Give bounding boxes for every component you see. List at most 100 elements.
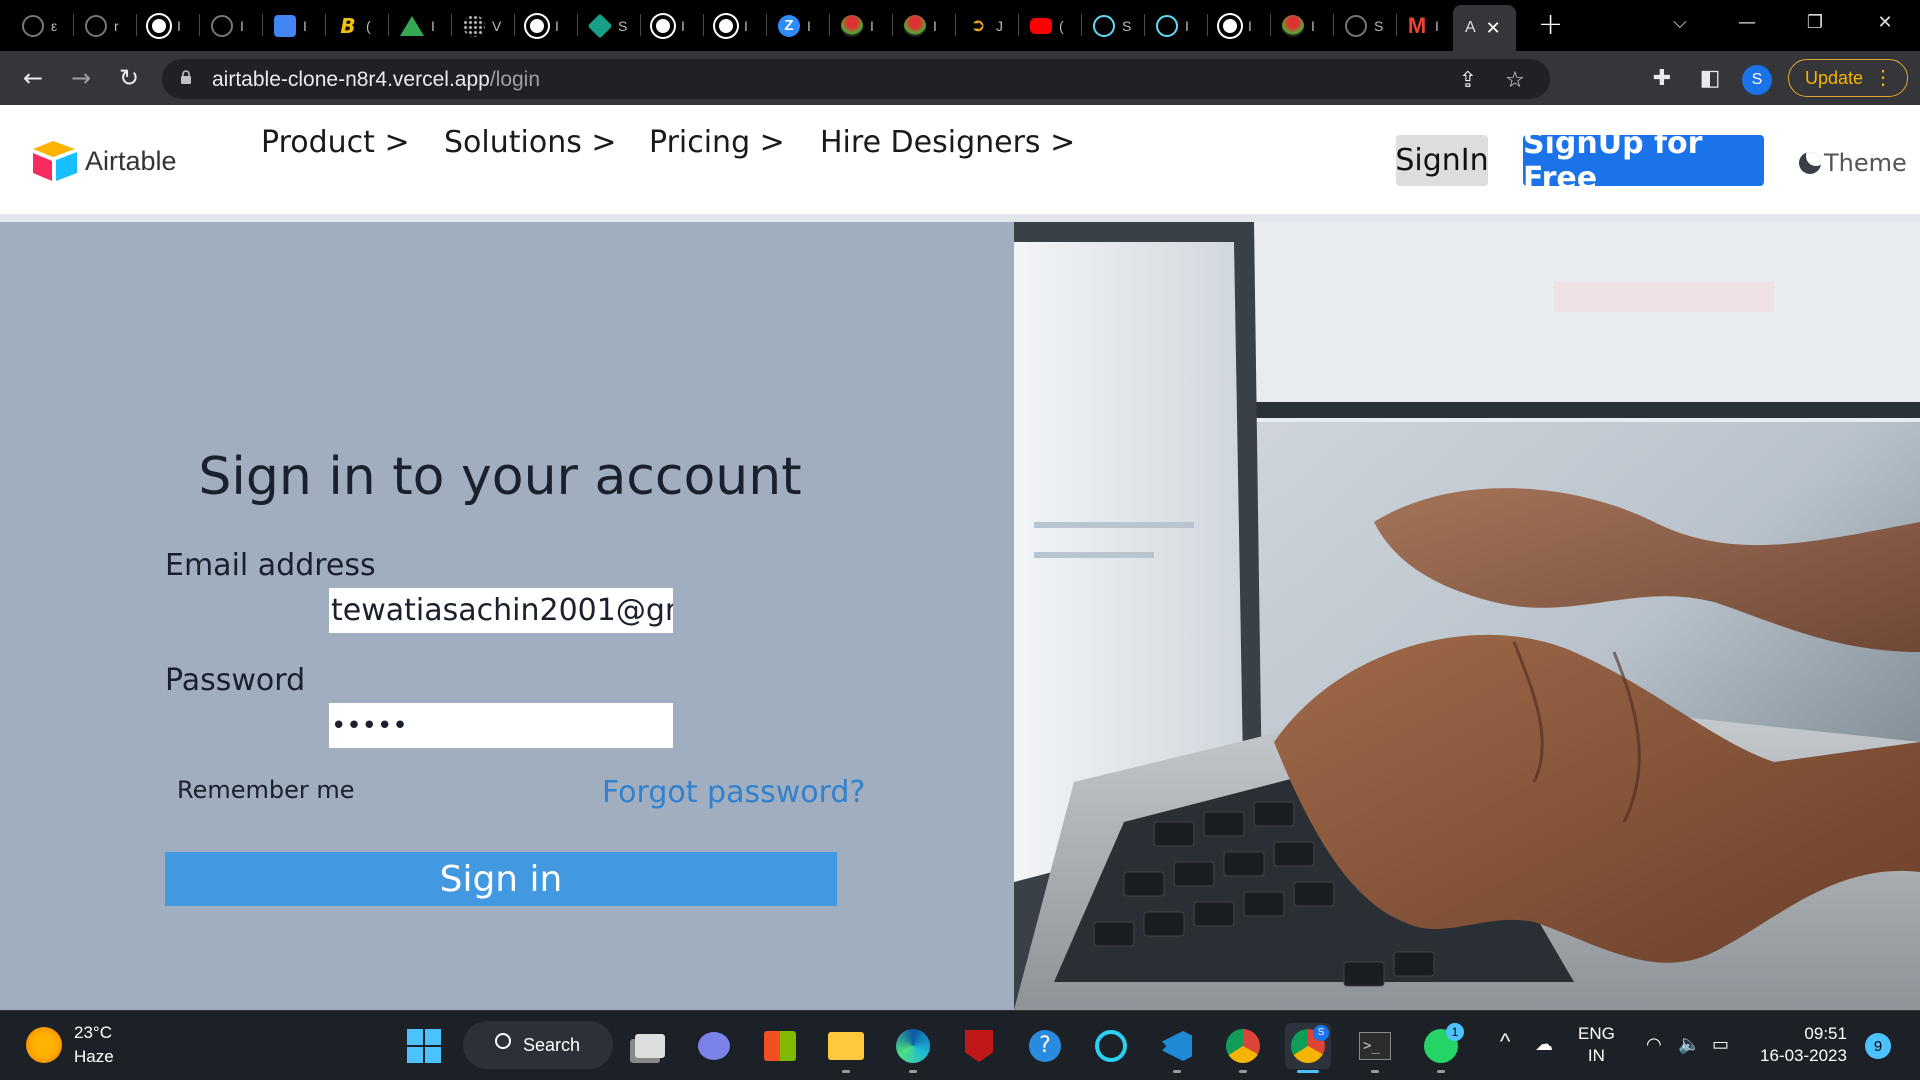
tab-active[interactable]: A ✕ (1453, 5, 1516, 51)
globe-icon (652, 15, 674, 37)
globe-icon (526, 15, 548, 37)
tab-avatar[interactable]: I (841, 10, 874, 42)
tab-globe[interactable]: I (526, 10, 559, 42)
clock-time: 09:51 (1804, 1024, 1847, 1043)
close-window-button[interactable]: ✕ (1850, 0, 1920, 44)
address-bar[interactable]: airtable-clone-n8r4.vercel.app/login ⇪ ☆ (162, 59, 1550, 99)
tab-github[interactable]: I (211, 10, 244, 42)
tab-search-icon[interactable]: ⌵ (1645, 0, 1715, 44)
cortana-app[interactable] (1088, 1023, 1134, 1069)
windows-logo-icon (407, 1029, 441, 1063)
tab-b[interactable]: B( (337, 10, 370, 42)
wifi-icon[interactable]: ◠ (1646, 1033, 1662, 1055)
tab-globe[interactable]: I (715, 10, 748, 42)
moon-icon (1799, 152, 1821, 174)
weather-condition: Haze (74, 1047, 114, 1066)
tab-github[interactable]: S (1345, 10, 1383, 42)
onedrive-offline-icon[interactable]: ☁ (1535, 1033, 1553, 1055)
tab-youtube[interactable]: ( (1030, 10, 1064, 42)
translate-icon (274, 15, 296, 37)
tab-dots[interactable]: V (463, 10, 501, 42)
tab-diamond[interactable]: S (587, 10, 627, 42)
bookmark-star-icon[interactable]: ☆ (1502, 67, 1528, 93)
start-button[interactable] (401, 1023, 447, 1069)
tab-avatar[interactable]: I (1282, 10, 1315, 42)
arrow-logo-icon: ➲ (970, 15, 986, 36)
github-icon (22, 15, 44, 37)
extensions-puzzle-icon[interactable]: ✚ (1647, 63, 1677, 93)
chrome-app[interactable] (1220, 1023, 1266, 1073)
github-icon (85, 15, 107, 37)
tab-github[interactable]: ε (22, 10, 57, 42)
update-button[interactable]: Update ⋮ (1788, 59, 1908, 97)
chrome-profile-badge: S (1313, 1025, 1329, 1041)
teams-chat-app[interactable] (691, 1023, 737, 1069)
nav-solutions[interactable]: Solutions > (444, 125, 617, 160)
lock-icon (181, 70, 191, 84)
tab-react[interactable]: S (1093, 10, 1131, 42)
terminal-app[interactable]: >_ (1352, 1023, 1398, 1073)
microsoft-store-app[interactable] (757, 1023, 803, 1069)
minimize-button[interactable]: — (1712, 0, 1782, 44)
tab-github[interactable]: r (85, 10, 119, 42)
weather-widget[interactable]: 23°C Haze (26, 1021, 114, 1069)
chrome-profile-app[interactable]: S (1285, 1023, 1331, 1073)
nav-product[interactable]: Product > (261, 125, 410, 160)
share-icon[interactable]: ⇪ (1455, 67, 1481, 93)
reload-button[interactable]: ↻ (112, 61, 146, 95)
mcafee-app[interactable] (956, 1023, 1002, 1069)
edge-app[interactable] (890, 1023, 936, 1073)
help-app[interactable]: ? (1022, 1023, 1068, 1069)
password-label: Password (165, 663, 306, 698)
nav-pricing[interactable]: Pricing > (649, 125, 785, 160)
profile-avatar[interactable]: S (1742, 65, 1772, 95)
side-panel-icon[interactable]: ◧ (1695, 63, 1725, 93)
task-view-icon (635, 1034, 665, 1058)
remember-me-label[interactable]: Remember me (177, 776, 355, 804)
airtable-logo[interactable]: Airtable (31, 139, 177, 183)
tab-zoom[interactable]: ZI (778, 10, 811, 42)
diamond-icon (587, 13, 613, 39)
tab-react[interactable]: I (1156, 10, 1189, 42)
tab-globe[interactable]: I (652, 10, 685, 42)
language-indicator[interactable]: ENG IN (1578, 1023, 1615, 1067)
vscode-icon (1162, 1031, 1192, 1061)
forward-button[interactable]: → (64, 61, 98, 95)
browser-toolbar: ← → ↻ airtable-clone-n8r4.vercel.app/log… (0, 51, 1920, 105)
notification-badge[interactable]: 9 (1865, 1033, 1891, 1059)
password-field[interactable]: ••••• (329, 703, 673, 748)
forgot-password-link[interactable]: Forgot password? (602, 775, 865, 810)
close-tab-icon[interactable]: ✕ (1486, 18, 1501, 39)
tab-gmail[interactable]: MI (1406, 10, 1439, 42)
signup-button[interactable]: SignUp for Free (1523, 126, 1764, 196)
signin-submit-button[interactable]: Sign in (165, 852, 837, 906)
back-button[interactable]: ← (16, 61, 50, 95)
email-field[interactable]: tewatiasachin2001@gmail (329, 588, 673, 633)
more-menu-icon[interactable]: ⋮ (1873, 65, 1893, 91)
header-signin-button[interactable]: SignIn (1395, 135, 1489, 186)
windows-taskbar: 23°C Haze Search ? S >_ 1 ^ ☁ ENG IN ◠ 🔈 (0, 1010, 1920, 1080)
avatar-icon (841, 15, 863, 37)
tab-globe[interactable]: I (148, 10, 181, 42)
tab-arrow[interactable]: ➲ J (967, 10, 1003, 42)
show-hidden-icons[interactable]: ^ (1500, 1031, 1510, 1053)
site-header: Airtable Product > Solutions > Pricing >… (0, 105, 1920, 214)
tab-globe[interactable]: I (1219, 10, 1252, 42)
tab-translate[interactable]: I (274, 10, 307, 42)
battery-icon[interactable]: ▭ (1712, 1033, 1729, 1055)
taskbar-search[interactable]: Search (463, 1021, 613, 1069)
file-explorer-app[interactable] (823, 1023, 869, 1073)
restore-button[interactable]: ❐ (1780, 0, 1850, 44)
region-code: IN (1587, 1046, 1605, 1065)
vscode-app[interactable] (1154, 1023, 1200, 1073)
nav-hire-designers[interactable]: Hire Designers > (820, 125, 1075, 160)
task-view-button[interactable] (627, 1023, 673, 1069)
tab-drive[interactable]: I (400, 10, 435, 42)
volume-icon[interactable]: 🔈 (1678, 1033, 1700, 1055)
whatsapp-app[interactable]: 1 (1418, 1023, 1464, 1073)
theme-toggle[interactable]: Theme (1799, 149, 1907, 177)
tab-avatar[interactable]: I (904, 10, 937, 42)
clock[interactable]: 09:51 16-03-2023 (1760, 1023, 1847, 1067)
new-tab-button[interactable]: + (1538, 10, 1563, 40)
google-drive-icon (400, 16, 424, 36)
